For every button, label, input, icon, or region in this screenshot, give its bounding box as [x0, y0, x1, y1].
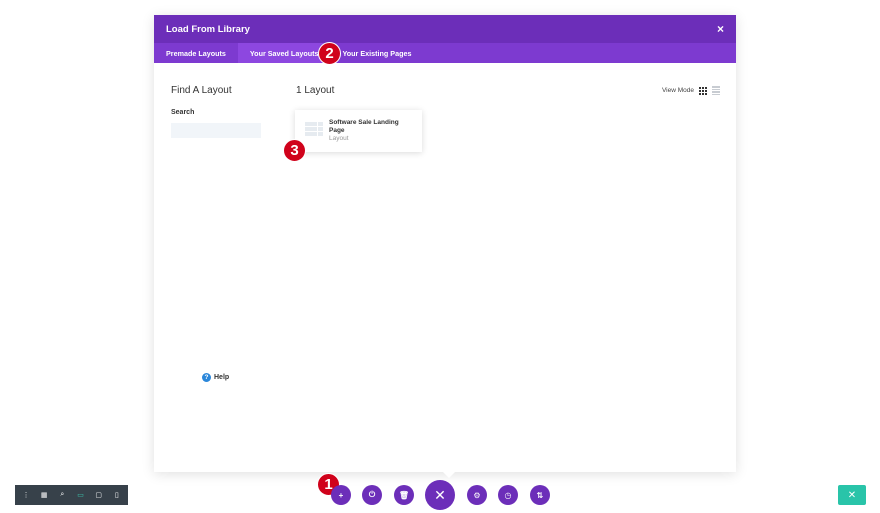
callout-badge-3: 3 — [283, 139, 306, 162]
trash-button[interactable]: 🗑 — [394, 485, 414, 505]
help-icon: ? — [202, 373, 211, 382]
search-label: Search — [171, 109, 195, 116]
tab-your-saved-layouts[interactable]: Your Saved Layouts — [237, 43, 331, 63]
layout-card-text: Software Sale Landing Page Layout — [329, 119, 409, 143]
callout-badge-2: 2 — [318, 42, 341, 65]
history-button[interactable]: ◷ — [498, 485, 518, 505]
search-input[interactable] — [171, 123, 261, 138]
close-builder-button[interactable]: ✕ — [425, 480, 455, 510]
layout-count: 1 Layout — [296, 85, 335, 96]
fab-notch — [443, 472, 455, 478]
list-view-icon[interactable] — [712, 86, 720, 95]
grid-view-icon[interactable] — [699, 86, 707, 95]
tablet-icon[interactable]: ▢ — [92, 491, 106, 499]
portability-button[interactable]: ⇅ — [530, 485, 550, 505]
view-mode-label: View Mode — [661, 87, 694, 94]
tab-bar: Premade Layouts Your Saved Layouts Your … — [154, 43, 736, 63]
view-toolbar: ⋮ ▦ ⌕ ▭ ▢ ▯ — [15, 485, 128, 505]
tab-premade-layouts[interactable]: Premade Layouts — [154, 43, 238, 63]
find-layout-heading: Find A Layout — [171, 85, 232, 96]
wireframe-icon[interactable]: ▦ — [37, 491, 51, 499]
modal-header: Load From Library × — [154, 15, 736, 43]
desktop-icon[interactable]: ▭ — [74, 491, 88, 499]
help-label: Help — [214, 374, 230, 381]
exit-button[interactable]: ✕ — [838, 485, 866, 505]
close-icon[interactable]: × — [717, 23, 724, 35]
layout-card-title: Software Sale Landing Page — [329, 119, 399, 134]
modal-title: Load From Library — [166, 23, 250, 35]
layout-thumbnail-icon — [305, 122, 323, 140]
more-icon[interactable]: ⋮ — [19, 491, 33, 499]
phone-icon[interactable]: ▯ — [110, 491, 124, 499]
settings-button[interactable]: ⚙ — [467, 485, 487, 505]
load-from-library-modal: Load From Library × Premade Layouts Your… — [154, 15, 736, 472]
layout-card-type: Layout — [329, 135, 349, 142]
layout-card[interactable]: Software Sale Landing Page Layout — [295, 110, 422, 152]
power-button[interactable]: ⏻ — [362, 485, 382, 505]
view-mode: View Mode — [662, 86, 720, 95]
tab-your-existing-pages[interactable]: Your Existing Pages — [331, 43, 424, 63]
add-button[interactable]: + — [331, 485, 351, 505]
help-link[interactable]: ? Help — [202, 373, 229, 382]
zoom-icon[interactable]: ⌕ — [55, 491, 69, 499]
